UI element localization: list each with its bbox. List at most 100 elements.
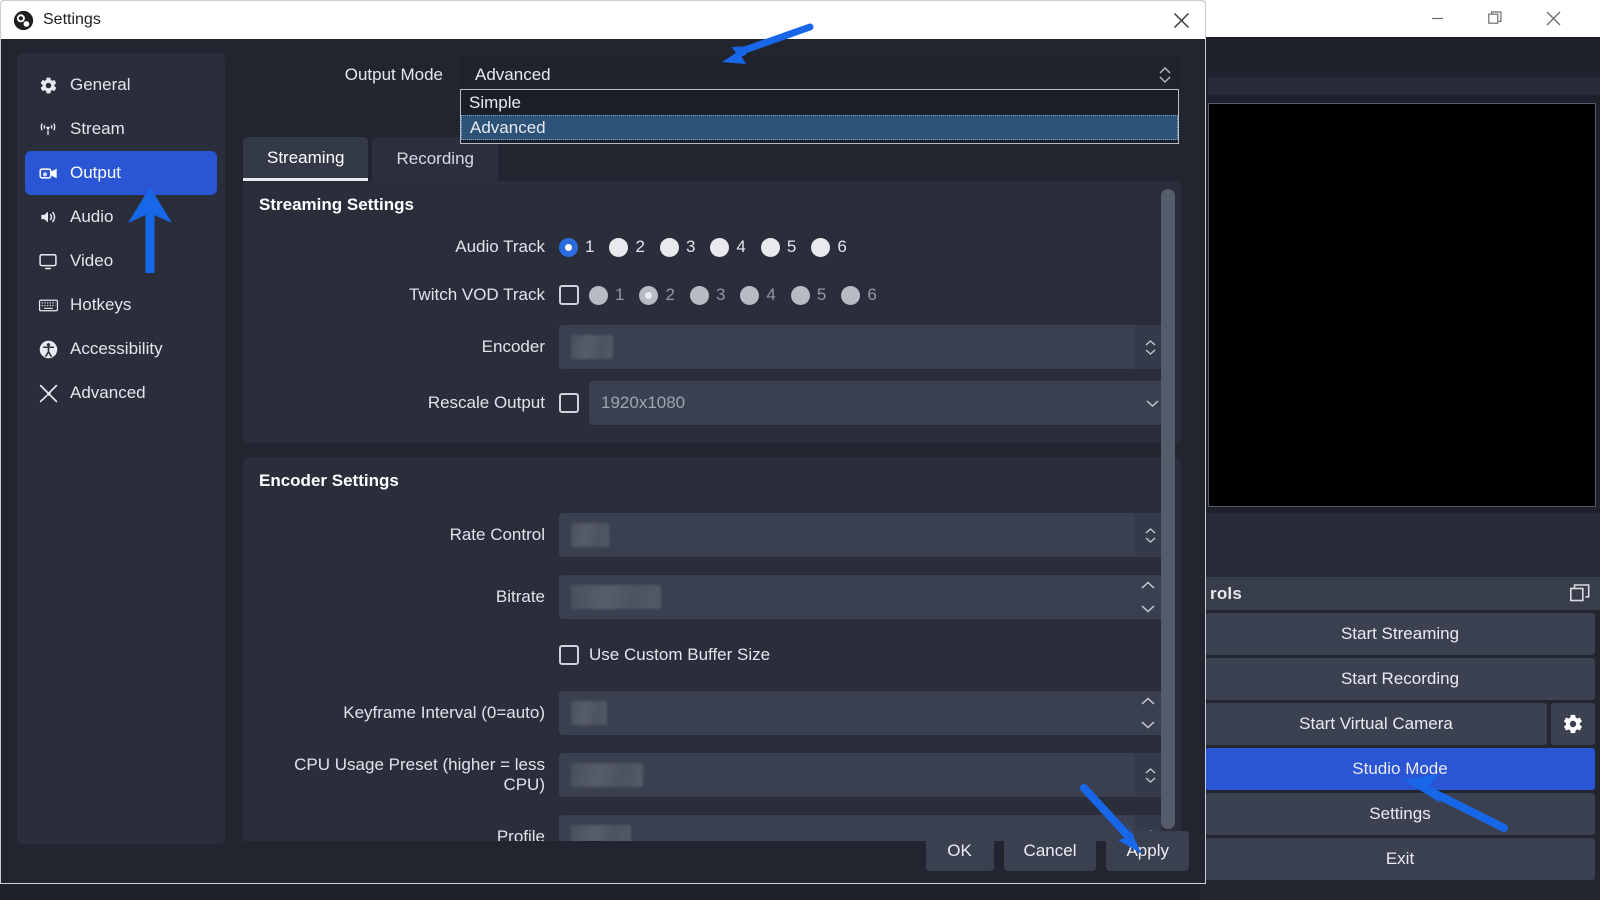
rescale-output-value: 1920x1080 bbox=[601, 393, 686, 412]
twitch-vod-radio-3[interactable]: 3 bbox=[689, 285, 726, 305]
use-custom-buffer-size-row: Use Custom Buffer Size bbox=[259, 637, 1165, 673]
streaming-settings-title: Streaming Settings bbox=[259, 195, 414, 214]
rate-control-row: Rate Control bbox=[259, 513, 1165, 557]
settings-dock-label: Settings bbox=[1369, 804, 1431, 823]
dialog-buttons: OK Cancel Apply bbox=[925, 831, 1189, 871]
exit-button[interactable]: Exit bbox=[1205, 838, 1595, 880]
settings-scroll-area[interactable]: Streaming Settings Audio Track 1 2 3 4 5 bbox=[243, 181, 1181, 841]
output-mode-value: Advanced bbox=[475, 65, 551, 84]
encoder-row: Encoder bbox=[259, 325, 1165, 369]
accessibility-icon bbox=[37, 338, 59, 360]
audio-track-radio-4[interactable]: 4 bbox=[710, 237, 746, 257]
twitch-vod-radio-1[interactable]: 1 bbox=[589, 285, 624, 305]
keyframe-interval-label: Keyframe Interval (0=auto) bbox=[343, 703, 545, 722]
start-virtual-camera-label: Start Virtual Camera bbox=[1299, 714, 1453, 733]
twitch-vod-radio-4[interactable]: 4 bbox=[740, 285, 776, 305]
cancel-label: Cancel bbox=[1023, 841, 1077, 860]
tab-streaming[interactable]: Streaming bbox=[243, 137, 369, 181]
minimize-icon[interactable] bbox=[1414, 0, 1460, 37]
audio-track-row: Audio Track 1 2 3 4 5 6 bbox=[259, 229, 1165, 265]
apply-label: Apply bbox=[1126, 841, 1169, 860]
dropdown-option-advanced[interactable]: Advanced bbox=[461, 115, 1178, 140]
twitch-vod-track-label: Twitch VOD Track bbox=[408, 285, 545, 304]
sidebar-item-label: Output bbox=[70, 163, 122, 182]
encoder-select[interactable] bbox=[559, 325, 1165, 369]
scrollbar-thumb[interactable] bbox=[1161, 189, 1175, 829]
sidebar-item-audio[interactable]: Audio bbox=[25, 195, 217, 239]
output-mode-label: Output Mode bbox=[344, 65, 443, 84]
sidebar-item-accessibility[interactable]: Accessibility bbox=[25, 327, 217, 371]
virtual-camera-row: Start Virtual Camera bbox=[1205, 703, 1595, 745]
bitrate-stepper[interactable] bbox=[559, 575, 1165, 619]
ok-button[interactable]: OK bbox=[925, 831, 994, 871]
sidebar-item-hotkeys[interactable]: Hotkeys bbox=[25, 283, 217, 327]
start-recording-label: Start Recording bbox=[1340, 669, 1460, 688]
output-mode-dropdown-popup[interactable]: Simple Advanced bbox=[460, 89, 1179, 144]
radio-label: 5 bbox=[786, 237, 797, 256]
sidebar-item-label: Audio bbox=[70, 207, 114, 226]
sidebar-item-stream[interactable]: Stream bbox=[25, 107, 217, 151]
sidebar-item-label: General bbox=[70, 75, 131, 94]
sidebar-item-advanced[interactable]: Advanced bbox=[25, 371, 217, 415]
apply-button[interactable]: Apply bbox=[1106, 831, 1189, 871]
audio-track-radio-1[interactable]: 1 bbox=[559, 237, 594, 257]
start-recording-button[interactable]: Start Recording bbox=[1205, 658, 1595, 700]
close-icon[interactable] bbox=[1530, 0, 1576, 37]
twitch-vod-track-checkbox[interactable] bbox=[559, 285, 579, 305]
bitrate-row: Bitrate bbox=[259, 575, 1165, 619]
sidebar-item-video[interactable]: Video bbox=[25, 239, 217, 283]
radio-label: 2 bbox=[635, 237, 645, 256]
audio-track-radio-5[interactable]: 5 bbox=[760, 237, 797, 257]
cpu-usage-preset-label: CPU Usage Preset (higher = less CPU) bbox=[294, 755, 545, 794]
tab-streaming-label: Streaming bbox=[267, 147, 345, 167]
bitrate-value-redacted bbox=[571, 585, 661, 609]
chevron-down-icon[interactable] bbox=[1146, 393, 1159, 413]
stepper-arrows-icon[interactable] bbox=[1131, 691, 1165, 735]
radio-label: 3 bbox=[715, 285, 726, 304]
twitch-vod-radio-6[interactable]: 6 bbox=[841, 285, 877, 305]
audio-track-radio-group: 1 2 3 4 5 6 bbox=[559, 237, 862, 257]
radio-dot bbox=[760, 237, 780, 257]
sidebar-item-general[interactable]: General bbox=[25, 63, 217, 107]
dropdown-option-simple[interactable]: Simple bbox=[461, 90, 1178, 115]
rescale-output-checkbox[interactable] bbox=[559, 393, 579, 413]
audio-track-radio-6[interactable]: 6 bbox=[811, 237, 847, 257]
keyframe-interval-value-redacted bbox=[571, 701, 607, 725]
gear-icon[interactable] bbox=[1551, 703, 1595, 745]
audio-track-radio-2[interactable]: 2 bbox=[609, 237, 645, 257]
radio-dot bbox=[639, 285, 659, 305]
twitch-vod-radio-2[interactable]: 2 bbox=[639, 285, 675, 305]
stepper-arrows-icon[interactable] bbox=[1131, 575, 1165, 619]
settings-title-bar: Settings bbox=[1, 1, 1205, 39]
cpu-usage-preset-select[interactable] bbox=[559, 753, 1165, 797]
settings-close-icon[interactable] bbox=[1157, 1, 1205, 39]
settings-dock-button[interactable]: Settings bbox=[1205, 793, 1595, 835]
use-custom-buffer-size-checkbox[interactable] bbox=[559, 645, 579, 665]
start-streaming-button[interactable]: Start Streaming bbox=[1205, 613, 1595, 655]
audio-track-radio-3[interactable]: 3 bbox=[659, 237, 695, 257]
rescale-output-select[interactable]: 1920x1080 bbox=[589, 381, 1165, 425]
keyframe-interval-stepper[interactable] bbox=[559, 691, 1165, 735]
cpu-usage-preset-row: CPU Usage Preset (higher = less CPU) bbox=[259, 753, 1165, 797]
encoder-settings-title: Encoder Settings bbox=[259, 471, 399, 490]
sidebar-item-output[interactable]: Output bbox=[25, 151, 217, 195]
float-dock-icon[interactable] bbox=[1570, 584, 1590, 607]
start-streaming-label: Start Streaming bbox=[1340, 624, 1460, 643]
audio-track-label: Audio Track bbox=[455, 237, 545, 256]
profile-value-redacted bbox=[571, 825, 631, 841]
radio-label: 5 bbox=[816, 285, 827, 304]
settings-scrollbar[interactable] bbox=[1161, 189, 1175, 844]
tab-recording-label: Recording bbox=[396, 149, 474, 168]
studio-mode-button[interactable]: Studio Mode bbox=[1205, 748, 1595, 790]
controls-dock-header: rols bbox=[1200, 577, 1600, 610]
restore-icon[interactable] bbox=[1472, 0, 1518, 37]
rate-control-select[interactable] bbox=[559, 513, 1165, 557]
start-virtual-camera-button[interactable]: Start Virtual Camera bbox=[1205, 703, 1547, 745]
encoder-settings-group: Encoder Settings Rate Control Bitrate Us… bbox=[243, 457, 1181, 841]
radio-dot bbox=[841, 285, 861, 305]
sidebar-item-label: Video bbox=[70, 251, 114, 270]
cancel-button[interactable]: Cancel bbox=[1003, 831, 1097, 871]
tools-icon bbox=[37, 382, 59, 404]
radio-label: 4 bbox=[736, 237, 746, 256]
twitch-vod-radio-5[interactable]: 5 bbox=[790, 285, 827, 305]
